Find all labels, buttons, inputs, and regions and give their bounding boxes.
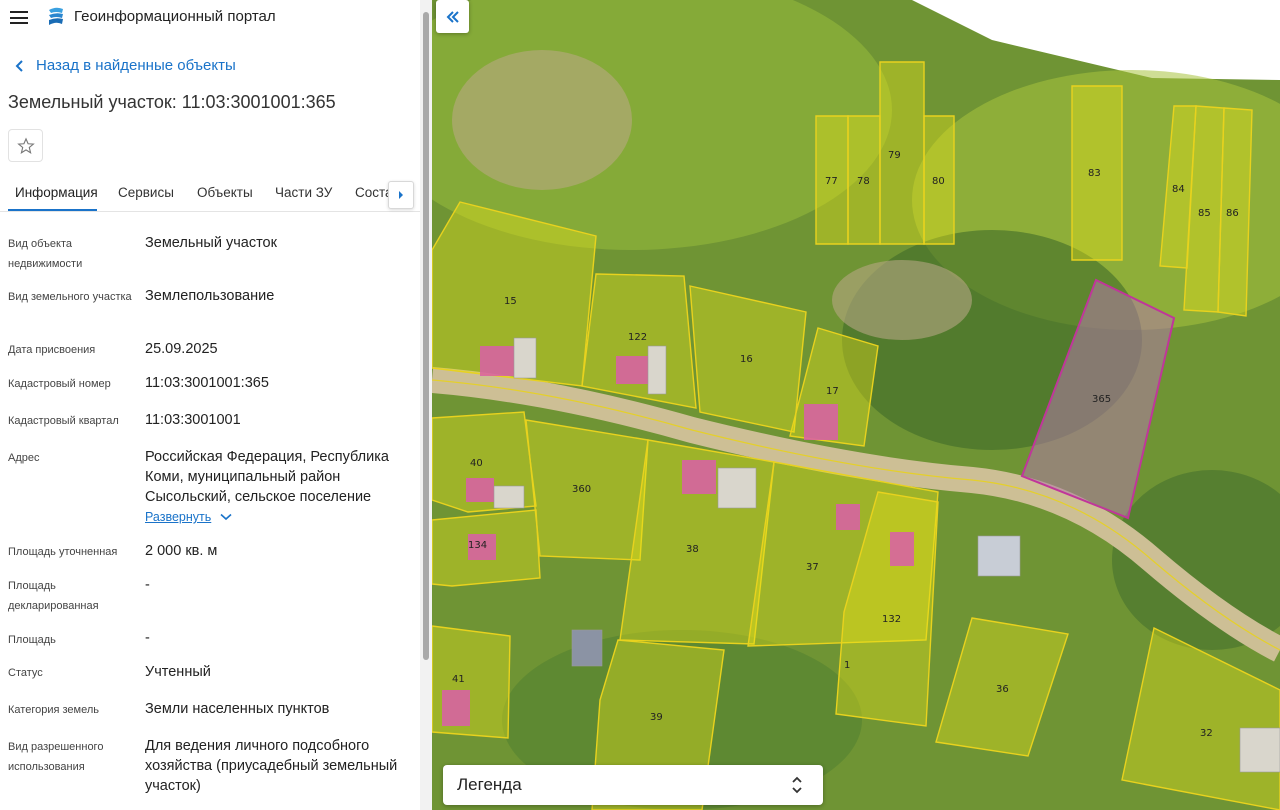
- property-label: Вид объекта недвижимости: [8, 238, 83, 270]
- property-label: Вид разрешенного использования: [8, 741, 104, 773]
- parcel-number-label: 41: [452, 674, 465, 685]
- parcel-number-label: 16: [740, 354, 753, 365]
- map-canvas[interactable]: 79 77 78 80 83 84 85 86 15 122 16 17 365…: [432, 0, 1280, 810]
- parcel-79[interactable]: [879, 61, 925, 245]
- house: [1239, 727, 1280, 773]
- expand-address-link[interactable]: Развернуть: [145, 510, 232, 524]
- parcel-number-label: 86: [1226, 208, 1239, 219]
- expand-label: Развернуть: [145, 510, 212, 524]
- building-highlight: [442, 690, 470, 726]
- star-icon: [16, 136, 35, 154]
- up-down-chevron-icon[interactable]: [791, 775, 803, 795]
- parcel-number-label: 85: [1198, 208, 1211, 219]
- tabs-scroll-right-button[interactable]: [388, 181, 414, 209]
- parcel-number-label: 122: [628, 332, 647, 343]
- back-link-label: Назад в найденные объекты: [36, 57, 236, 74]
- parcel-number-label: 40: [470, 458, 483, 469]
- tab-services[interactable]: Сервисы: [118, 185, 174, 200]
- map-view[interactable]: 79 77 78 80 83 84 85 86 15 122 16 17 365…: [432, 0, 1280, 810]
- property-value: -: [145, 630, 150, 646]
- building-highlight: [682, 460, 716, 494]
- double-chevron-left-icon: [446, 10, 459, 23]
- active-tab-indicator: [8, 209, 97, 211]
- property-value: 25.09.2025: [145, 341, 218, 357]
- parcel-number-label: 84: [1172, 184, 1185, 195]
- property-label: Площадь декларированная: [8, 580, 99, 612]
- property-label: Дата присвоения: [8, 344, 96, 356]
- property-value: 2 000 кв. м: [145, 543, 218, 559]
- app-title: Геоинформационный портал: [74, 8, 276, 25]
- collapse-panel-button[interactable]: [436, 0, 469, 33]
- property-value: Земельный участок: [145, 235, 277, 251]
- property-label: Кадастровый квартал: [8, 415, 119, 427]
- property-value: Учтенный: [145, 664, 211, 680]
- building-highlight: [836, 504, 860, 530]
- legend-title: Легенда: [457, 775, 522, 794]
- clearing-area: [452, 50, 632, 190]
- parcel-number-label: 360: [572, 484, 591, 495]
- parcel-number-label: 39: [650, 712, 663, 723]
- parcel-number-label: 15: [504, 296, 517, 307]
- property-label: Кадастровый номер: [8, 378, 111, 390]
- house: [647, 345, 667, 395]
- property-value: Для ведения личного подсобного хозяйства…: [145, 738, 398, 794]
- parcel-number-label: 17: [826, 386, 839, 397]
- parcel-number-label: 79: [888, 150, 901, 161]
- building-highlight: [466, 478, 494, 502]
- building-highlight: [890, 532, 914, 566]
- parcel-number-label: 365: [1092, 394, 1111, 405]
- property-label: Площадь уточненная: [8, 546, 118, 558]
- house: [493, 485, 525, 509]
- object-title: Земельный участок: 11:03:3001001:365: [8, 92, 336, 112]
- tab-information[interactable]: Информация: [15, 185, 98, 200]
- parcel-number-label: 78: [857, 176, 870, 187]
- back-to-results-link[interactable]: Назад в найденные объекты: [12, 57, 236, 74]
- chevron-left-icon: [15, 59, 23, 72]
- legend-panel[interactable]: Легенда: [443, 765, 823, 805]
- building-highlight: [480, 346, 514, 376]
- house: [513, 337, 537, 379]
- chevron-right-icon: [399, 191, 403, 199]
- property-value: 11:03:3001001: [145, 412, 241, 428]
- parcel-number-label: 80: [932, 176, 945, 187]
- building-highlight: [804, 404, 838, 440]
- chevron-down-icon: [220, 513, 232, 521]
- info-panel: Геоинформационный портал Назад в найденн…: [0, 0, 432, 810]
- panel-scrollbar[interactable]: [420, 0, 432, 810]
- property-value: -: [145, 577, 150, 593]
- property-label: Адрес: [8, 452, 40, 464]
- parcel-number-label: 134: [468, 540, 487, 551]
- property-value: 11:03:3001001:365: [145, 375, 269, 391]
- building-highlight: [616, 356, 648, 384]
- parcel-number-label: 1: [844, 660, 850, 671]
- scrollbar-thumb[interactable]: [423, 12, 429, 660]
- address-value: Российская Федерация, Республика Коми, м…: [145, 449, 389, 505]
- favorite-button[interactable]: [8, 129, 43, 162]
- property-label: Площадь: [8, 634, 56, 646]
- property-label: Статус: [8, 667, 43, 679]
- property-value: Землепользование: [145, 288, 275, 304]
- tab-bar: Информация Сервисы Объекты Части ЗУ Сост…: [0, 176, 420, 212]
- clearing-area: [832, 260, 972, 340]
- house: [571, 629, 603, 667]
- tab-parcel-parts[interactable]: Части ЗУ: [275, 185, 332, 200]
- property-value: Земли населенных пунктов: [145, 701, 330, 717]
- property-label: Вид земельного участка: [8, 291, 132, 303]
- house: [717, 467, 757, 509]
- property-label: Категория земель: [8, 704, 99, 716]
- portal-logo-icon: [49, 7, 63, 25]
- hamburger-icon[interactable]: [10, 11, 28, 24]
- tab-composition[interactable]: Соста: [355, 185, 393, 200]
- parcel-number-label: 37: [806, 562, 819, 573]
- app-header: Геоинформационный портал: [0, 0, 420, 34]
- parcel-number-label: 77: [825, 176, 838, 187]
- parcel-number-label: 36: [996, 684, 1009, 695]
- parcel-number-label: 32: [1200, 728, 1213, 739]
- parcel-number-label: 132: [882, 614, 901, 625]
- parcel-number-label: 38: [686, 544, 699, 555]
- tab-objects[interactable]: Объекты: [197, 185, 253, 200]
- parcel-number-label: 83: [1088, 168, 1101, 179]
- house: [977, 535, 1021, 577]
